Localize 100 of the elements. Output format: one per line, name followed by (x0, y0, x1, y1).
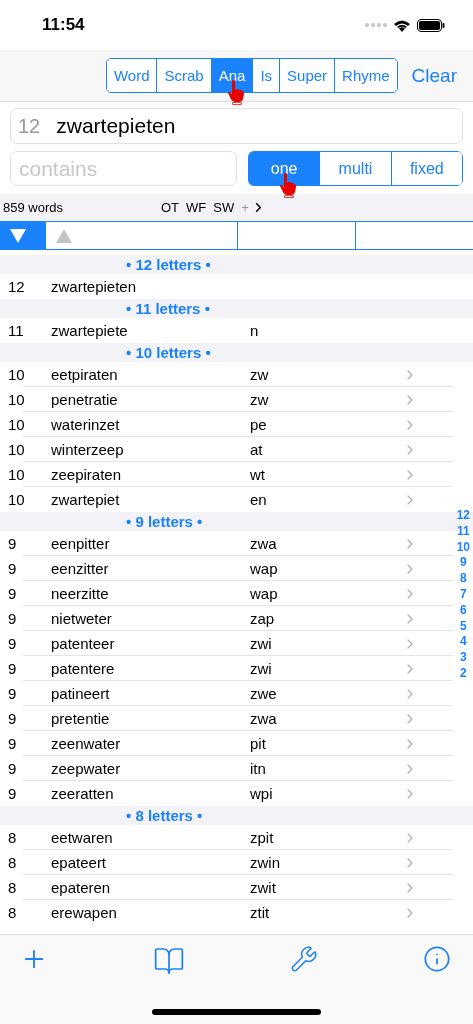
add-filter[interactable]: + (241, 200, 249, 215)
word-cell-text: zwartepiete (51, 322, 129, 339)
wrench-icon[interactable] (290, 945, 318, 973)
remainder-cell: wt (250, 466, 265, 483)
word-cell-text: zeeratten (51, 785, 115, 802)
length-cell-text: 9 (7, 660, 18, 677)
section-index-item[interactable]: 11 (456, 523, 470, 540)
remainder-cell: zw (250, 366, 269, 383)
match-mode-tab[interactable]: fixed (390, 152, 462, 185)
section-header: • 12 letters • (0, 255, 473, 274)
section-header: • 10 letters • (0, 343, 473, 362)
section-index-item[interactable]: 7 (459, 587, 467, 603)
remainder-cell: zap (250, 610, 275, 627)
length-cell-text: 10 (7, 466, 26, 483)
length-cell-text: 10 (7, 391, 26, 408)
word-cell-text: penetratie (51, 391, 119, 408)
remainder-cell: pe (250, 416, 267, 433)
query-text: zwartepieten (56, 114, 176, 138)
remainder-cell: wap (250, 560, 278, 577)
section-header: • 11 letters • (0, 299, 473, 318)
mode-tab[interactable]: Rhyme (334, 59, 397, 92)
remainder-cell: at (250, 441, 263, 458)
wifi-icon (393, 18, 411, 32)
section-index-item[interactable]: 2 (459, 665, 467, 682)
length-cell-text: 9 (7, 635, 18, 652)
query-field[interactable]: 12 zwartepieten (10, 108, 463, 144)
length-cell-text: 10 (7, 441, 26, 458)
word-cell-text: neerzitte (51, 585, 110, 602)
sort-header-cell[interactable] (0, 222, 45, 249)
remainder-cell: zwin (250, 854, 280, 871)
remainder-cell: zwi (250, 660, 272, 677)
length-cell-text: 9 (7, 760, 18, 777)
length-cell-text: 8 (7, 829, 18, 846)
filter-option[interactable]: WF (186, 200, 207, 215)
length-cell-text: 8 (7, 904, 18, 921)
remainder-cell: en (250, 491, 267, 508)
remainder-cell: zw (250, 391, 269, 408)
word-cell-text: zeepiraten (51, 466, 123, 483)
section-index-item[interactable]: 8 (459, 571, 467, 587)
remainder-cell: itn (250, 760, 266, 777)
length-cell-text: 10 (7, 366, 26, 383)
word-cell-text: eetpiraten (51, 366, 119, 383)
word-cell-text: erewapen (51, 904, 118, 921)
word-cell-text: nietweter (51, 610, 113, 627)
word-cell-text: eenzitter (51, 560, 110, 577)
mode-tab[interactable]: Is (252, 59, 280, 92)
signal-icon (365, 22, 387, 28)
length-cell-text: 10 (7, 416, 26, 433)
word-cell-text: patentere (51, 660, 116, 677)
section-index-item[interactable]: 12 (456, 508, 470, 524)
word-cell-text: patineert (51, 685, 111, 702)
length-cell-text: 9 (7, 560, 18, 577)
word-cell-text: eetwaren (51, 829, 114, 846)
mode-tab[interactable]: Scrab (156, 59, 211, 92)
mode-tab[interactable]: Word (106, 59, 157, 92)
remainder-cell: n (250, 322, 259, 339)
section-index-item[interactable]: 4 (459, 634, 467, 651)
word-cell-text: epateren (51, 879, 112, 896)
length-cell-text: 9 (7, 685, 18, 702)
length-cell-text: 10 (7, 491, 26, 508)
length-cell-text: 9 (7, 785, 18, 802)
word-cell-text: zwartepieten (51, 278, 138, 295)
word-cell-text: waterinzet (51, 416, 121, 433)
section-index-item[interactable]: 6 (459, 602, 467, 619)
letter-count: 12 (18, 114, 41, 138)
remainder-cell: zwi (250, 635, 272, 652)
remainder-cell: wpi (250, 785, 273, 802)
battery-icon (417, 18, 445, 32)
filter-option[interactable]: OT (161, 200, 180, 215)
remainder-cell: pit (250, 735, 266, 752)
section-index-item[interactable]: 5 (459, 618, 467, 635)
word-cell-text: epateert (51, 854, 108, 871)
word-cell-text: patenteer (51, 635, 116, 652)
word-cell-text: zeenwater (51, 735, 122, 752)
clear-button[interactable]: Clear (411, 64, 457, 87)
length-cell-text: 12 (7, 278, 26, 295)
mode-tab[interactable]: Super (279, 59, 335, 92)
remainder-cell: ztit (250, 904, 270, 921)
section-index-item[interactable]: 3 (459, 650, 467, 666)
length-cell-text: 8 (7, 854, 18, 871)
remainder-cell: zwa (250, 710, 277, 727)
length-cell-text: 9 (7, 710, 18, 727)
section-index-item[interactable]: 10 (456, 539, 470, 556)
length-cell-text: 9 (7, 610, 18, 627)
remainder-cell: zpit (250, 829, 274, 846)
filter-option[interactable]: SW (213, 200, 235, 215)
word-cell-text: winterzeep (51, 441, 125, 458)
word-cell-text: pretentie (51, 710, 111, 727)
word-cell-text: eenpitter (51, 535, 111, 552)
word-count: 859 words (3, 200, 64, 215)
section-index-item[interactable]: 9 (459, 555, 467, 572)
length-cell-text: 9 (7, 535, 18, 552)
contains-field[interactable]: contains (10, 151, 237, 186)
word-cell-text: zwartepiet (51, 491, 121, 508)
info-icon[interactable] (423, 945, 451, 973)
book-icon[interactable] (153, 945, 185, 977)
length-cell-text: 9 (7, 735, 18, 752)
length-cell-text: 11 (7, 322, 25, 339)
length-cell-text: 9 (7, 585, 18, 602)
remainder-cell: wap (250, 585, 278, 602)
